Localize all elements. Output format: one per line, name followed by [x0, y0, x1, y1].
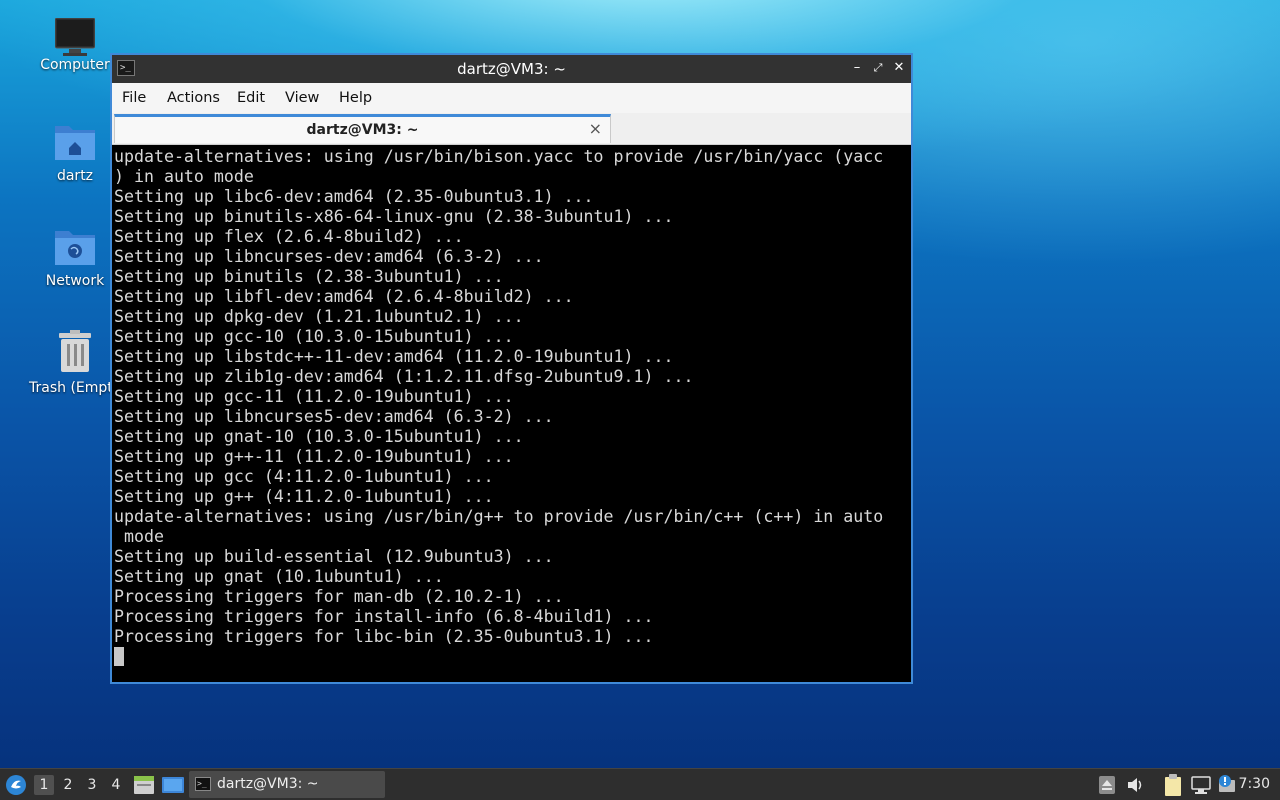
terminal-line: Setting up gcc-10 (10.3.0-15ubuntu1) ... — [114, 327, 514, 346]
terminal-prompt-line — [114, 647, 909, 667]
terminal-line: Setting up dpkg-dev (1.21.1ubuntu2.1) ..… — [114, 307, 524, 326]
terminal-line: ) in auto mode — [114, 167, 254, 186]
clipboard-icon[interactable] — [1163, 774, 1183, 796]
terminal-line: update-alternatives: using /usr/bin/biso… — [114, 147, 884, 166]
network-folder-icon — [54, 227, 96, 267]
taskbar-window-button[interactable]: >_ dartz@VM3: ~ — [189, 771, 385, 798]
tab-bar: dartz@VM3: ~ × — [112, 113, 911, 145]
maximize-button[interactable]: ⤢ — [870, 59, 886, 77]
terminal-line: Setting up g++-11 (11.2.0-19ubuntu1) ... — [114, 447, 514, 466]
terminal-line: mode — [114, 527, 164, 546]
file-manager-icon[interactable] — [134, 776, 154, 794]
clock[interactable]: 7:30 — [1239, 776, 1270, 792]
computer-icon — [54, 17, 96, 60]
terminal-line: Setting up flex (2.6.4-8build2) ... — [114, 227, 464, 246]
terminal-line: Setting up binutils (2.38-3ubuntu1) ... — [114, 267, 504, 286]
taskbar: 1 2 3 4 >_ dartz@VM3: ~ 7:30 — [0, 768, 1280, 800]
menu-edit[interactable]: Edit — [237, 90, 265, 106]
terminal-window[interactable]: >_ dartz@VM3: ~ – ⤢ ✕ File Actions Edit … — [110, 53, 913, 684]
terminal-line: Processing triggers for man-db (2.10.2-1… — [114, 587, 564, 606]
network-status-icon[interactable] — [1191, 776, 1211, 794]
terminal-line: update-alternatives: using /usr/bin/g++ … — [114, 507, 884, 526]
terminal-line: Setting up libc6-dev:amd64 (2.35-0ubuntu… — [114, 187, 594, 206]
menu-help[interactable]: Help — [339, 90, 372, 106]
eject-icon[interactable] — [1099, 776, 1115, 794]
close-button[interactable]: ✕ — [891, 59, 907, 77]
workspace-4[interactable]: 4 — [106, 775, 126, 795]
workspace-1[interactable]: 1 — [34, 775, 54, 795]
workspace-3[interactable]: 3 — [82, 775, 102, 795]
terminal-line: Setting up libncurses-dev:amd64 (6.3-2) … — [114, 247, 544, 266]
minimize-button[interactable]: – — [849, 59, 865, 77]
terminal-line: Setting up binutils-x86-64-linux-gnu (2.… — [114, 207, 674, 226]
tab-label: dartz@VM3: ~ — [306, 122, 419, 138]
tab-terminal[interactable]: dartz@VM3: ~ × — [114, 114, 611, 143]
terminal-icon: >_ — [195, 777, 211, 791]
menu-file[interactable]: File — [122, 90, 146, 106]
menu-actions[interactable]: Actions — [167, 90, 220, 106]
terminal-cursor — [114, 647, 124, 666]
terminal-line: Setting up gnat (10.1ubuntu1) ... — [114, 567, 444, 586]
title-bar[interactable]: >_ dartz@VM3: ~ – ⤢ ✕ — [112, 55, 911, 83]
terminal-line: Processing triggers for install-info (6.… — [114, 607, 654, 626]
trash-icon — [57, 330, 93, 374]
terminal-line: Setting up libstdc++-11-dev:amd64 (11.2.… — [114, 347, 674, 366]
taskbar-window-label: dartz@VM3: ~ — [217, 776, 319, 792]
notification-icon[interactable] — [1216, 774, 1238, 794]
terminal-line: Setting up zlib1g-dev:amd64 (1:1.2.11.df… — [114, 367, 694, 386]
terminal-line: Setting up build-essential (12.9ubuntu3)… — [114, 547, 554, 566]
workspace-2[interactable]: 2 — [58, 775, 78, 795]
terminal-line: Setting up g++ (4:11.2.0-1ubuntu1) ... — [114, 487, 494, 506]
tab-close-icon[interactable]: × — [589, 119, 602, 138]
terminal-line: Setting up gcc (4:11.2.0-1ubuntu1) ... — [114, 467, 494, 486]
menu-view[interactable]: View — [285, 90, 319, 106]
volume-icon[interactable] — [1127, 777, 1145, 793]
terminal-line: Setting up libncurses5-dev:amd64 (6.3-2)… — [114, 407, 554, 426]
window-title: dartz@VM3: ~ — [457, 60, 566, 78]
show-desktop-icon[interactable] — [162, 776, 184, 794]
terminal-line: Setting up gcc-11 (11.2.0-19ubuntu1) ... — [114, 387, 514, 406]
menu-bar: File Actions Edit View Help — [112, 83, 911, 113]
terminal-output[interactable]: update-alternatives: using /usr/bin/biso… — [114, 147, 909, 680]
home-folder-icon — [54, 122, 96, 162]
start-menu-icon[interactable] — [5, 774, 27, 796]
terminal-line: Processing triggers for libc-bin (2.35-0… — [114, 627, 654, 646]
terminal-line: Setting up gnat-10 (10.3.0-15ubuntu1) ..… — [114, 427, 524, 446]
terminal-line: Setting up libfl-dev:amd64 (2.6.4-8build… — [114, 287, 574, 306]
